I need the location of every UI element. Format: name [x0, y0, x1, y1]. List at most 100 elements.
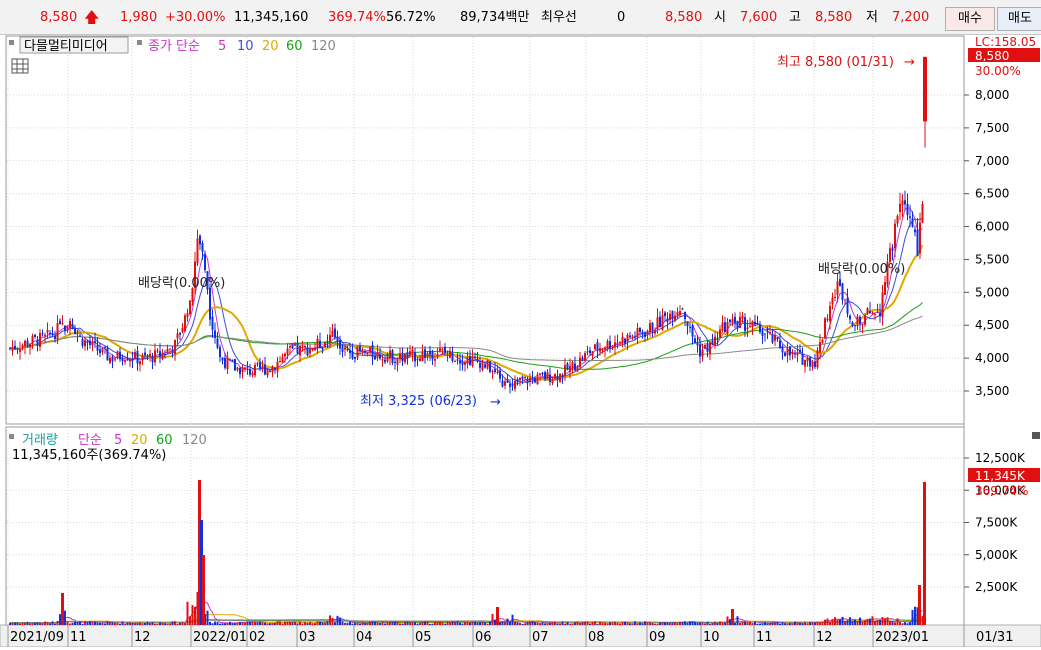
volume-bar — [464, 622, 466, 625]
volume-bar — [261, 622, 264, 625]
volume-bar — [501, 621, 504, 625]
volume-bar — [874, 620, 876, 625]
volume-bar — [519, 622, 521, 625]
x-axis-label: 06 — [475, 630, 492, 645]
volume-bar — [671, 622, 674, 625]
high-price: 8,580 — [815, 10, 853, 25]
volume-bar — [334, 622, 336, 625]
volume-bar — [316, 621, 319, 625]
volume-bar — [609, 622, 611, 625]
volume-bar — [191, 605, 194, 625]
x-axis-label: 03 — [299, 630, 316, 645]
volume-bar — [829, 621, 831, 625]
volume-bar — [421, 622, 424, 625]
volume-bar — [216, 621, 219, 625]
volume-bar — [759, 623, 761, 625]
volume-bar — [126, 622, 129, 625]
volume-bar — [419, 623, 421, 625]
volume-tick-label: 2,500K — [975, 580, 1018, 594]
high-label: 고 — [789, 10, 801, 25]
volume-bar — [229, 621, 231, 625]
volume-bar — [251, 621, 254, 625]
volume-bar — [566, 621, 569, 625]
volume-bar — [31, 622, 34, 625]
volume-bar — [134, 623, 136, 625]
volume-bar — [594, 621, 596, 625]
grid-table-icon[interactable] — [11, 58, 29, 74]
volume-bar — [354, 623, 356, 625]
volume-bar — [621, 621, 624, 625]
x-axis-label: 11 — [70, 630, 87, 645]
volume-bar — [46, 622, 49, 625]
volume-bar — [424, 621, 426, 625]
volume-bar — [76, 622, 79, 625]
volume-bar — [51, 621, 54, 625]
volume-bar — [269, 623, 271, 625]
open-price: 7,600 — [740, 10, 778, 25]
volume-bar — [166, 623, 169, 625]
volume-bar — [399, 623, 401, 625]
volume-bar — [591, 621, 594, 625]
volume-bar — [439, 621, 441, 625]
volume-bar — [611, 622, 614, 625]
volume-bar — [149, 622, 151, 625]
volume-bar — [774, 622, 776, 625]
price-candle — [486, 359, 489, 370]
volume-bar — [806, 623, 809, 625]
volume-bar — [286, 621, 289, 625]
volume-bar — [336, 615, 339, 625]
volume-bar — [534, 622, 536, 625]
volume-bar — [416, 623, 419, 625]
panel-close-icon[interactable] — [1032, 432, 1040, 439]
volume-bar — [676, 622, 679, 625]
volume-bar — [96, 622, 99, 625]
volume-bar — [636, 623, 639, 625]
volume-bar — [386, 622, 389, 625]
volume-bar — [794, 621, 796, 625]
volume-bar — [361, 622, 364, 625]
price-tick-label: 8,000 — [975, 88, 1009, 102]
buy-button[interactable]: 매수 — [945, 7, 995, 31]
volume-bar — [234, 623, 236, 625]
price-candle — [594, 343, 596, 350]
volume-bar — [564, 623, 566, 625]
volume-bar — [521, 623, 524, 625]
volume-bar — [101, 622, 104, 625]
volume-bar — [541, 622, 544, 625]
change-rate: +30.00% — [165, 10, 226, 25]
sell-button[interactable]: 매도 — [997, 7, 1041, 31]
volume-bar — [654, 623, 656, 625]
volume-bar — [241, 622, 244, 625]
volume-bar — [86, 622, 89, 625]
volume-bar — [446, 621, 449, 625]
price-tick-label: 3,500 — [975, 384, 1009, 398]
panel-menu-icon[interactable] — [9, 40, 14, 45]
volume-bar — [551, 622, 554, 625]
volume-bar — [751, 622, 754, 625]
volume-bar — [886, 617, 889, 625]
volume-menu-icon[interactable] — [9, 434, 14, 439]
volume-ma-period-60: 60 — [156, 433, 173, 448]
volume-bar — [674, 622, 676, 625]
volume-bar — [696, 622, 699, 625]
volume-bar-spike — [202, 555, 205, 625]
volume-bar — [194, 606, 196, 625]
price-tick-label: 7,500 — [975, 121, 1009, 135]
volume-bar — [394, 621, 396, 625]
volume-bar — [599, 621, 601, 625]
volume-bar — [11, 622, 14, 625]
volume-bar — [644, 621, 646, 625]
volume-bar — [851, 621, 854, 625]
volume-bar — [834, 617, 836, 625]
volume-bar — [206, 610, 209, 625]
volume-bar — [299, 621, 301, 625]
volume-bar — [471, 621, 474, 625]
volume-bar — [431, 623, 434, 625]
volume-bar — [571, 623, 574, 625]
volume-bar — [104, 623, 106, 625]
volume-bar — [586, 621, 589, 625]
volume-bar — [441, 622, 444, 625]
volume-bar — [131, 622, 134, 625]
x-axis-right-label: 01/31 — [976, 630, 1013, 645]
ma-menu-icon[interactable] — [137, 40, 142, 45]
